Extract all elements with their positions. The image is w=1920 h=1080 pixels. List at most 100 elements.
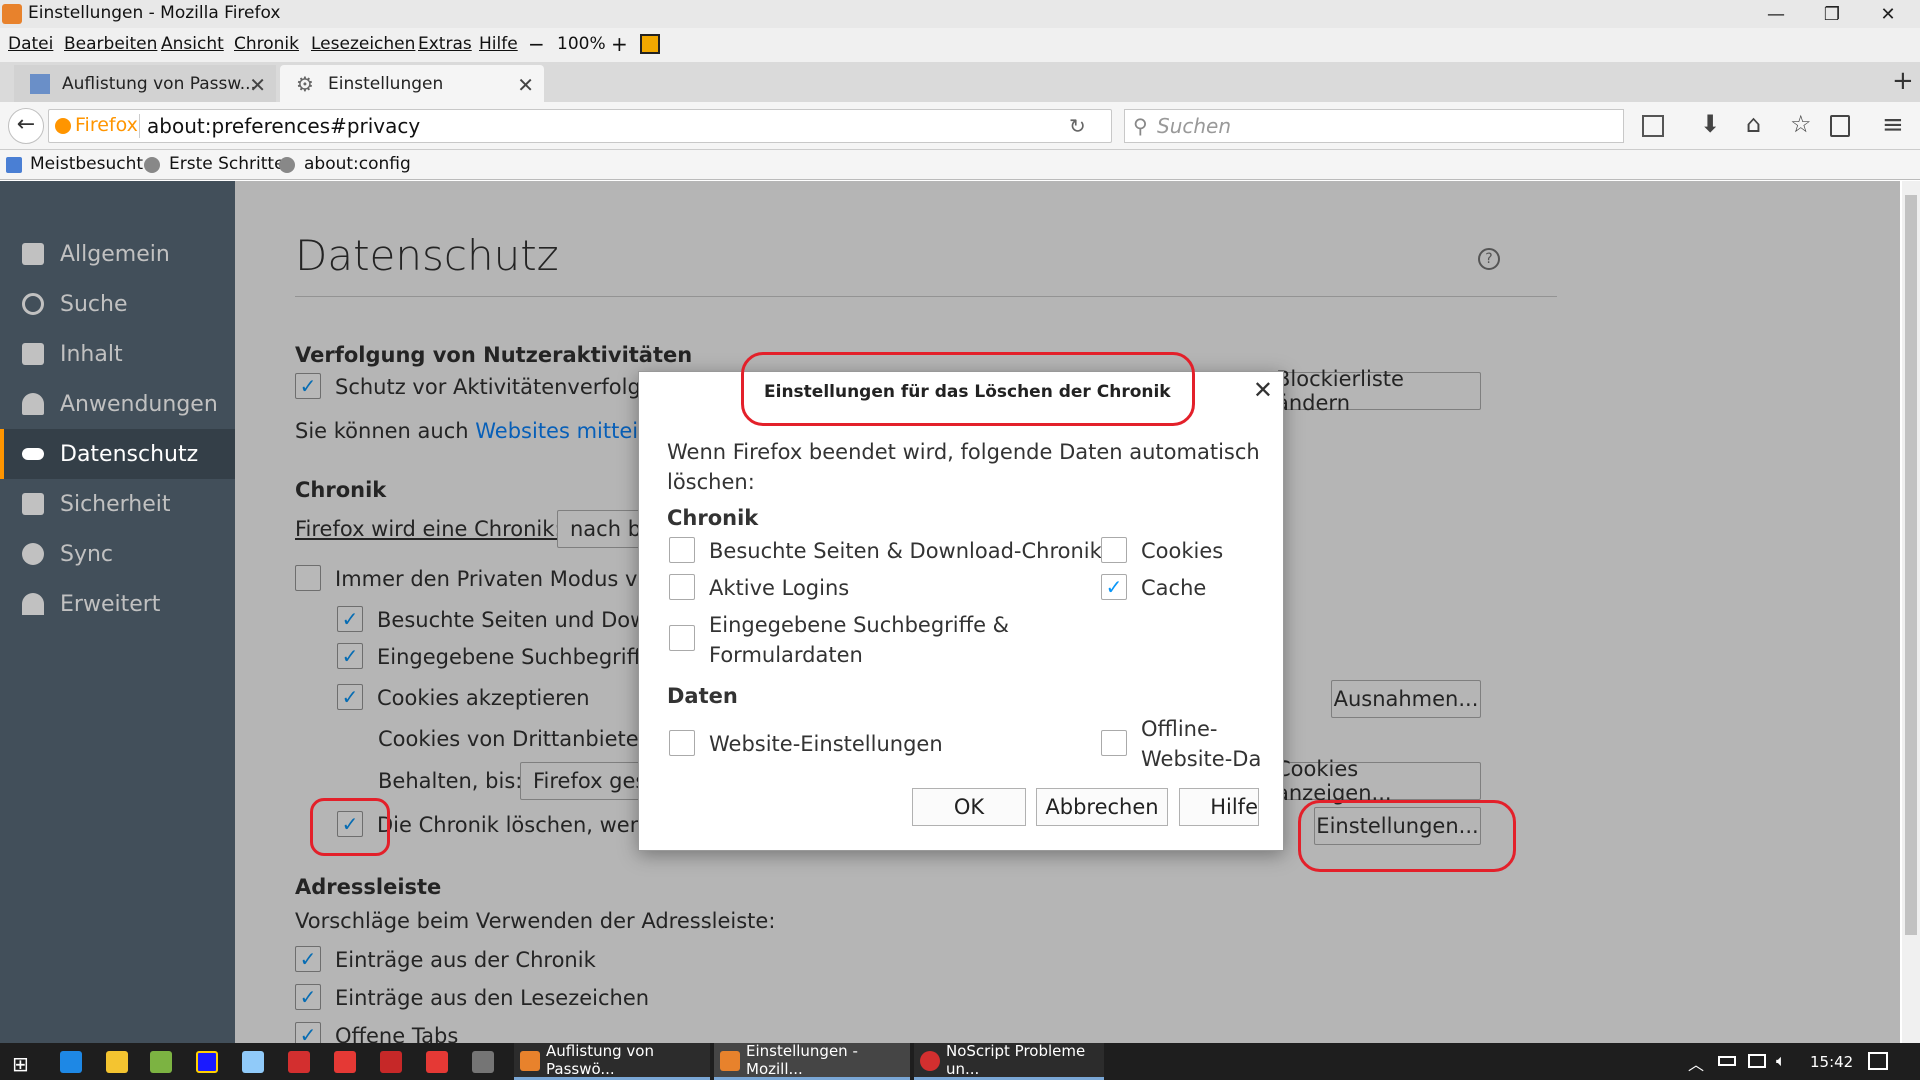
offline-data-label-line1: Offline- [1141, 717, 1218, 741]
search-placeholder[interactable]: Suchen [1157, 114, 1231, 138]
tray-expand-icon[interactable]: ︿ [1688, 1051, 1704, 1075]
minimize-button[interactable]: — [1748, 0, 1804, 28]
dialog-close-icon[interactable]: ✕ [1253, 376, 1273, 404]
reload-icon[interactable]: ↻ [1069, 114, 1086, 138]
action-center-icon[interactable] [1868, 1052, 1888, 1070]
close-window-button[interactable]: ✕ [1860, 0, 1916, 28]
app-icon[interactable] [288, 1051, 310, 1073]
close-tab-icon[interactable]: ✕ [517, 73, 534, 97]
taskbar-task-einstellungen[interactable]: Einstellungen - Mozill... [714, 1042, 910, 1080]
app-icon[interactable] [242, 1051, 264, 1073]
bookmark-folder-icon [6, 157, 22, 173]
bookmark-erste-schritte[interactable]: Erste Schritte [169, 154, 285, 174]
app-icon[interactable] [380, 1051, 402, 1073]
firefox-icon [720, 1051, 740, 1071]
tab-einstellungen[interactable]: ⚙ Einstellungen ✕ [280, 65, 544, 102]
dialog-history-heading: Chronik [667, 506, 759, 530]
form-history-label-line1: Eingegebene Suchbegriffe & [709, 613, 1010, 637]
reader-icon[interactable] [1642, 115, 1664, 137]
clock[interactable]: 15:42 [1810, 1053, 1853, 1071]
gear-icon: ⚙ [296, 72, 314, 96]
menu-hilfe[interactable]: Hilfe [479, 34, 518, 54]
sidebar-item-sync[interactable]: Sync [0, 529, 235, 579]
url-text[interactable]: about:preferences#privacy [147, 114, 420, 138]
explorer-icon[interactable] [106, 1051, 128, 1073]
browsing-history-checkbox[interactable] [669, 537, 695, 563]
offline-data-label-line2: Website-Dat [1141, 747, 1261, 771]
app-d-icon[interactable] [426, 1051, 448, 1073]
edge-icon[interactable] [60, 1051, 82, 1073]
hamburger-menu-icon[interactable]: ≡ [1882, 110, 1904, 140]
firefox-app-icon [2, 4, 22, 24]
bookmarks-menu-icon[interactable] [1830, 115, 1850, 137]
sidebar-item-inhalt[interactable]: Inhalt [0, 329, 235, 379]
annotation-circle-settings-button [1298, 800, 1516, 872]
active-logins-checkbox[interactable] [669, 574, 695, 600]
windows-start-icon[interactable]: ⊞ [12, 1052, 29, 1076]
sidebar-item-erweitert[interactable]: Erweitert [0, 579, 235, 629]
sidebar-item-allgemein[interactable]: Allgemein [0, 229, 235, 279]
sidebar-item-label: Sync [60, 541, 114, 567]
search-bar[interactable]: ⚲ Suchen [1124, 109, 1624, 143]
scrollbar-thumb[interactable] [1905, 195, 1917, 935]
offline-data-checkbox[interactable] [1101, 730, 1127, 756]
active-logins-label: Aktive Logins [709, 576, 850, 600]
bookmark-about-config[interactable]: about:config [304, 154, 411, 174]
windows-taskbar: ⊞ Auflistung von Passwö... Einstellungen… [0, 1042, 1920, 1080]
zoom-out-button[interactable]: − [528, 32, 545, 56]
notepad-icon[interactable] [150, 1051, 172, 1073]
ok-button[interactable]: OK [912, 788, 1026, 826]
tab-bar: Auflistung von Passw... ✕ ⚙ Einstellunge… [0, 62, 1920, 102]
cache-checkbox[interactable]: ✓ [1101, 574, 1127, 600]
menu-chronik[interactable]: Chronik [234, 34, 299, 54]
menu-bearbeiten[interactable]: Bearbeiten [64, 34, 157, 54]
security-icon [22, 493, 44, 515]
form-history-label-line2: Formulardaten [709, 643, 863, 667]
tab-title: Einstellungen [328, 73, 444, 94]
zoom-level[interactable]: 100% [557, 34, 606, 54]
taskbar-task-noscript[interactable]: NoScript Probleme un... [914, 1042, 1104, 1080]
sidebar-item-datenschutz[interactable]: Datenschutz [0, 429, 235, 479]
tab-auflistung[interactable]: Auflistung von Passw... ✕ [14, 65, 276, 102]
form-history-checkbox[interactable] [669, 625, 695, 651]
window-title: Einstellungen - Mozilla Firefox [28, 3, 281, 23]
app-icon[interactable] [334, 1051, 356, 1073]
sidebar-item-label: Allgemein [60, 241, 170, 267]
new-tab-button[interactable]: + [1892, 66, 1914, 96]
zoom-in-button[interactable]: + [611, 32, 628, 56]
page-scrollbar[interactable] [1902, 181, 1920, 1043]
app-f-icon[interactable] [196, 1051, 218, 1073]
help-button[interactable]: Hilfe [1179, 788, 1259, 826]
bookmarks-bar: Meistbesucht Erste Schritte about:config [0, 150, 1920, 180]
bookmark-star-icon[interactable]: ☆ [1790, 110, 1812, 138]
taskbar-task-auflistung[interactable]: Auflistung von Passwö... [514, 1042, 710, 1080]
cookies-checkbox[interactable] [1101, 537, 1127, 563]
sidebar-item-label: Erweitert [60, 591, 161, 617]
dialog-description-line1: Wenn Firefox beendet wird, folgende Date… [667, 440, 1260, 464]
firefox-icon [520, 1051, 540, 1071]
privacy-mask-icon [22, 448, 44, 460]
url-bar[interactable]: Firefox about:preferences#privacy ↻ [48, 109, 1112, 143]
sidebar-item-sicherheit[interactable]: Sicherheit [0, 479, 235, 529]
bookmark-meistbesucht[interactable]: Meistbesucht [30, 154, 143, 174]
volume-icon[interactable]: 🔈︎ [1776, 1051, 1786, 1071]
download-icon[interactable]: ⬇ [1700, 110, 1720, 138]
network-icon[interactable] [1748, 1054, 1766, 1068]
home-icon[interactable]: ⌂ [1746, 110, 1761, 138]
back-button[interactable]: ← [8, 108, 44, 144]
menu-datei[interactable]: Datei [8, 34, 53, 54]
close-tab-icon[interactable]: ✕ [249, 73, 266, 97]
addon-icon[interactable] [640, 34, 660, 54]
content-icon [22, 343, 44, 365]
battery-icon[interactable] [1718, 1056, 1736, 1066]
sidebar-item-suche[interactable]: Suche [0, 279, 235, 329]
cancel-button[interactable]: Abbrechen [1036, 788, 1168, 826]
maximize-button[interactable]: ❐ [1804, 0, 1860, 28]
menu-extras[interactable]: Extras [418, 34, 472, 54]
menu-ansicht[interactable]: Ansicht [161, 34, 224, 54]
app-icon[interactable] [472, 1051, 494, 1073]
menu-lesezeichen[interactable]: Lesezeichen [311, 34, 415, 54]
sidebar-item-anwendungen[interactable]: Anwendungen [0, 379, 235, 429]
cookies-label: Cookies [1141, 539, 1224, 563]
site-settings-checkbox[interactable] [669, 730, 695, 756]
